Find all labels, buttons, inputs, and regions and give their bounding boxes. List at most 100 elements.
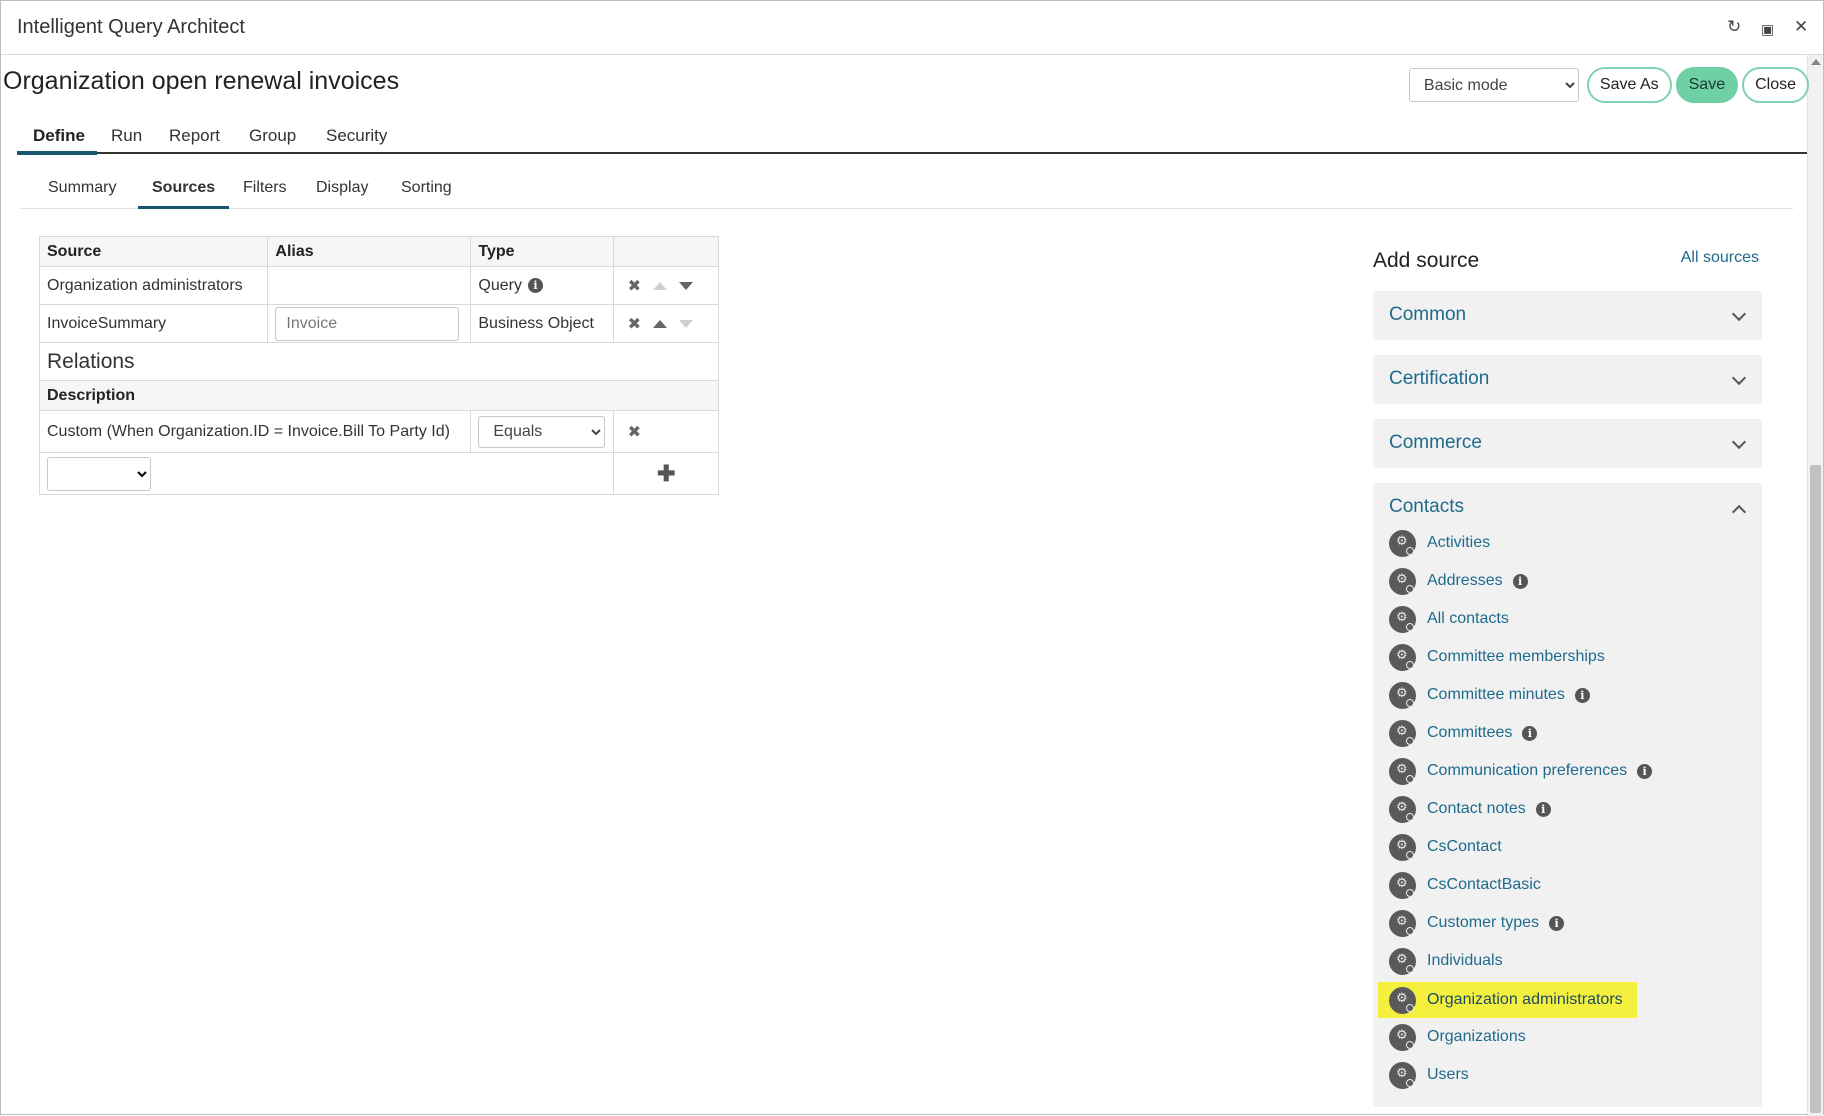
add-relation-cell: ✚ [613, 452, 719, 495]
list-item-highlighted[interactable]: Organization administrators [1378, 982, 1637, 1018]
new-relation-cell [38, 452, 615, 495]
info-icon[interactable]: i [1637, 763, 1653, 779]
list-item[interactable]: CsContact [1389, 832, 1502, 862]
save-as-button[interactable]: Save As [1586, 67, 1672, 103]
list-item-label[interactable]: CsContact [1427, 838, 1502, 856]
tab-define[interactable]: Define [33, 126, 85, 146]
group-certification-header[interactable]: Certification [1389, 368, 1489, 390]
list-item-label[interactable]: All contacts [1427, 610, 1509, 628]
relations-header-row: Description [39, 380, 719, 411]
info-icon[interactable]: i [1535, 801, 1551, 817]
relation-actions: ✖ [613, 410, 719, 453]
list-item[interactable]: Contact notes i [1389, 794, 1551, 824]
list-item[interactable]: Activities [1389, 528, 1490, 558]
add-relation-icon[interactable]: ✚ [657, 461, 675, 486]
move-down-icon[interactable] [673, 278, 699, 296]
vertical-scrollbar[interactable] [1807, 55, 1823, 1116]
list-item[interactable]: All contacts [1389, 604, 1509, 634]
relation-source-select[interactable] [47, 456, 151, 491]
relations-heading: Relations [39, 342, 719, 381]
list-item-label[interactable]: Committee minutes [1427, 686, 1565, 704]
subtab-display[interactable]: Display [316, 179, 368, 197]
table-row: InvoiceSummary Business Object ✖ [38, 304, 719, 343]
mode-select[interactable]: Basic mode [1408, 68, 1579, 102]
query-icon [1389, 643, 1416, 671]
group-contacts-header[interactable]: Contacts [1389, 496, 1464, 518]
subtab-filters[interactable]: Filters [243, 179, 287, 197]
group-commerce[interactable]: Commerce [1373, 419, 1762, 468]
tab-group[interactable]: Group [249, 126, 296, 146]
tab-report[interactable]: Report [169, 126, 220, 146]
list-item-label[interactable]: CsContactBasic [1427, 876, 1541, 894]
move-up-icon[interactable] [647, 316, 673, 334]
active-tab-indicator [17, 151, 97, 155]
remove-source-icon[interactable]: ✖ [621, 276, 647, 296]
list-item[interactable]: Individuals [1389, 946, 1503, 976]
info-icon[interactable]: i [1512, 573, 1528, 589]
list-item[interactable]: Communication preferences i [1389, 756, 1653, 786]
list-item[interactable]: Organizations [1389, 1022, 1526, 1052]
window-title: Intelligent Query Architect [17, 16, 245, 38]
close-window-icon[interactable]: ✕ [1794, 17, 1808, 37]
query-icon [1389, 795, 1416, 823]
refresh-icon[interactable]: ↻ [1727, 17, 1741, 37]
query-icon [1389, 1023, 1416, 1051]
all-sources-link[interactable]: All sources [1681, 249, 1759, 267]
tab-security[interactable]: Security [326, 126, 387, 146]
header-actions: Basic mode Save As Save Close [1408, 67, 1809, 103]
group-certification[interactable]: Certification [1373, 355, 1762, 404]
query-icon [1389, 567, 1416, 595]
list-item-label[interactable]: Users [1427, 1066, 1469, 1084]
operator-select[interactable]: Equals [478, 415, 606, 448]
info-icon[interactable]: i [1522, 725, 1538, 741]
source-alias [267, 266, 472, 305]
list-item[interactable]: Customer types i [1389, 908, 1565, 938]
list-item-label[interactable]: Committee memberships [1427, 648, 1605, 666]
list-item-label[interactable]: Individuals [1427, 952, 1503, 970]
list-item-label[interactable]: Customer types [1427, 914, 1539, 932]
close-button[interactable]: Close [1742, 67, 1809, 103]
group-common-header[interactable]: Common [1389, 304, 1466, 326]
list-item-label[interactable]: Communication preferences [1427, 762, 1627, 780]
list-item[interactable]: Users [1389, 1060, 1469, 1090]
maximize-icon[interactable]: ▣ [1761, 19, 1774, 39]
tab-run[interactable]: Run [111, 126, 142, 146]
list-item-label[interactable]: Addresses [1427, 572, 1503, 590]
list-item[interactable]: Committees i [1389, 718, 1538, 748]
group-contacts: Contacts Activities Addresses i All conta… [1373, 483, 1762, 1107]
chevron-down-icon[interactable] [1731, 434, 1747, 450]
alias-input[interactable] [275, 306, 460, 341]
list-item[interactable]: CsContactBasic [1389, 870, 1541, 900]
subtab-sorting[interactable]: Sorting [401, 179, 452, 197]
remove-relation-icon[interactable]: ✖ [621, 422, 647, 442]
chevron-down-icon[interactable] [1731, 306, 1747, 322]
query-architect-window: Intelligent Query Architect ↻ ▣ ✕ Organi… [0, 0, 1824, 1116]
sources-table: Source Alias Type Organization administr… [38, 236, 719, 495]
chevron-up-icon[interactable] [1731, 504, 1747, 520]
list-item-label[interactable]: Committees [1427, 724, 1512, 742]
list-item-label[interactable]: Organizations [1427, 1028, 1526, 1046]
query-icon [1389, 681, 1416, 709]
list-item[interactable]: Committee minutes i [1389, 680, 1590, 710]
list-item[interactable]: Committee memberships [1389, 642, 1605, 672]
subtab-sources[interactable]: Sources [152, 179, 215, 197]
info-icon[interactable]: i [527, 277, 543, 293]
group-commerce-header[interactable]: Commerce [1389, 432, 1482, 454]
source-type: Business Object [470, 304, 615, 343]
save-button[interactable]: Save [1675, 67, 1739, 103]
remove-source-icon[interactable]: ✖ [621, 314, 647, 334]
subtab-summary[interactable]: Summary [48, 179, 116, 197]
scrollbar-thumb[interactable] [1810, 465, 1821, 1113]
query-icon [1389, 1061, 1416, 1089]
list-item[interactable]: Addresses i [1389, 566, 1528, 596]
info-icon[interactable]: i [1549, 915, 1565, 931]
group-common[interactable]: Common [1373, 291, 1762, 340]
source-type-cell: Query i [470, 266, 615, 305]
chevron-down-icon[interactable] [1731, 370, 1747, 386]
add-relation-row: ✚ [38, 452, 719, 495]
list-item-label[interactable]: Organization administrators [1427, 991, 1623, 1009]
info-icon[interactable]: i [1574, 687, 1590, 703]
list-item-label[interactable]: Contact notes [1427, 800, 1526, 818]
scroll-up-arrow-icon[interactable] [1811, 59, 1821, 65]
list-item-label[interactable]: Activities [1427, 534, 1490, 552]
